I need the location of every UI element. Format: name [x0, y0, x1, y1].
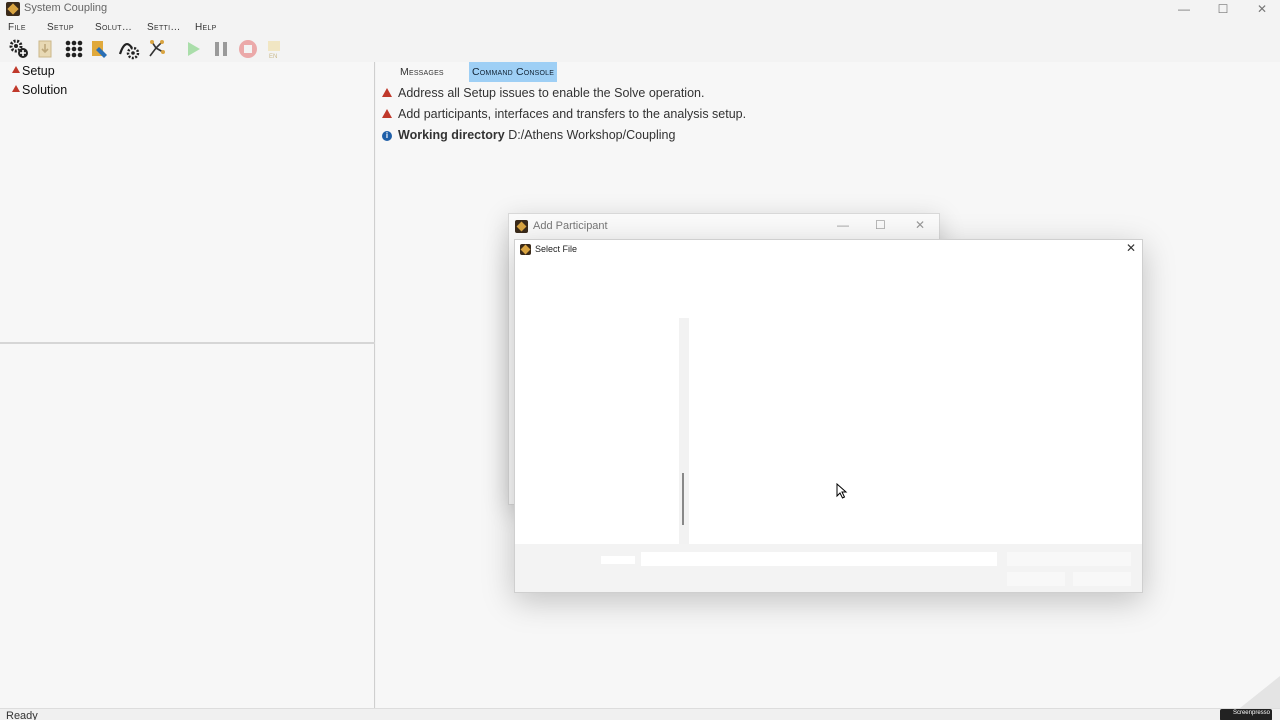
title-bar: System Coupling — ☐ ✕	[0, 0, 1280, 20]
play-icon	[182, 38, 204, 60]
tree-item-label: Setup	[22, 64, 55, 78]
scrollbar-thumb[interactable]	[682, 473, 684, 525]
navigation-pane-scrollbar[interactable]	[679, 318, 689, 544]
menu-settings[interactable]: Setti…	[147, 22, 181, 33]
dialog-title: Add Participant	[533, 220, 608, 232]
warning-icon	[382, 88, 392, 97]
tree-item-setup[interactable]: Setup	[12, 64, 55, 78]
message-item: Add participants, interfaces and transfe…	[382, 107, 746, 121]
dialog-title: Select File	[535, 244, 578, 254]
status-bar: Ready Screenpresso	[0, 708, 1280, 720]
open-button[interactable]	[1007, 572, 1065, 586]
menu-setup[interactable]: Setup	[47, 22, 74, 33]
app-logo-icon	[520, 244, 531, 255]
dialog-close-button[interactable]: ✕	[915, 218, 925, 232]
setup-gear-icon[interactable]	[8, 38, 30, 60]
tree-item-label: Solution	[22, 83, 68, 97]
page-curl-decoration	[1240, 676, 1280, 708]
message-text: Add participants, interfaces and transfe…	[398, 107, 747, 121]
tab-messages[interactable]: Messages	[396, 62, 448, 82]
app-logo-icon	[6, 2, 20, 16]
dialog-minimize-button[interactable]: —	[837, 218, 849, 232]
tree-item-solution[interactable]: Solution	[12, 83, 67, 97]
close-button[interactable]: ✕	[1242, 0, 1280, 20]
menu-help[interactable]: Help	[195, 22, 217, 33]
outline-pane: Setup Solution	[0, 62, 375, 708]
window-title: System Coupling	[24, 2, 108, 14]
menu-file[interactable]: File	[8, 22, 26, 33]
toolbar: EN	[6, 36, 306, 60]
import-icon	[35, 38, 57, 60]
message-text: Address all Setup issues to enable the S…	[398, 86, 705, 100]
message-item: i Working directory D:/Athens Workshop/Co…	[382, 128, 675, 142]
info-icon: i	[382, 131, 392, 141]
warning-icon	[12, 85, 20, 92]
watermark-text: Screenpresso	[1232, 710, 1270, 716]
message-text: D:/Athens Workshop/Coupling	[508, 128, 676, 142]
message-item: Address all Setup issues to enable the S…	[382, 86, 704, 100]
maximize-button[interactable]: ☐	[1203, 0, 1243, 20]
warning-icon	[12, 66, 20, 73]
en-label: EN	[269, 54, 277, 60]
en-icon: EN	[264, 38, 286, 60]
minimize-button[interactable]: —	[1164, 0, 1204, 20]
select-file-dialog: Select File ✕	[514, 239, 1143, 593]
close-button[interactable]: ✕	[1126, 241, 1136, 255]
status-text: Ready	[6, 710, 38, 720]
tree-icon[interactable]	[146, 38, 168, 60]
curve-gear-icon[interactable]	[118, 38, 140, 60]
mouse-cursor-icon	[836, 483, 848, 499]
file-type-select[interactable]	[1007, 552, 1131, 566]
file-name-label	[601, 556, 635, 564]
stop-icon	[237, 38, 259, 60]
pane-splitter[interactable]	[0, 342, 375, 344]
dots-grid-icon[interactable]	[63, 38, 85, 60]
tab-command-console[interactable]: Command Console	[469, 62, 558, 82]
menu-solution[interactable]: Solut…	[95, 22, 132, 33]
file-name-input[interactable]	[641, 552, 997, 566]
warning-icon	[382, 109, 392, 118]
cancel-button[interactable]	[1073, 572, 1131, 586]
file-dialog-footer	[515, 544, 1142, 592]
file-tag-icon[interactable]	[90, 38, 112, 60]
message-label: Working directory	[398, 128, 505, 142]
app-logo-icon	[515, 220, 528, 233]
dialog-maximize-button[interactable]: ☐	[875, 218, 886, 232]
pause-icon	[210, 38, 232, 60]
